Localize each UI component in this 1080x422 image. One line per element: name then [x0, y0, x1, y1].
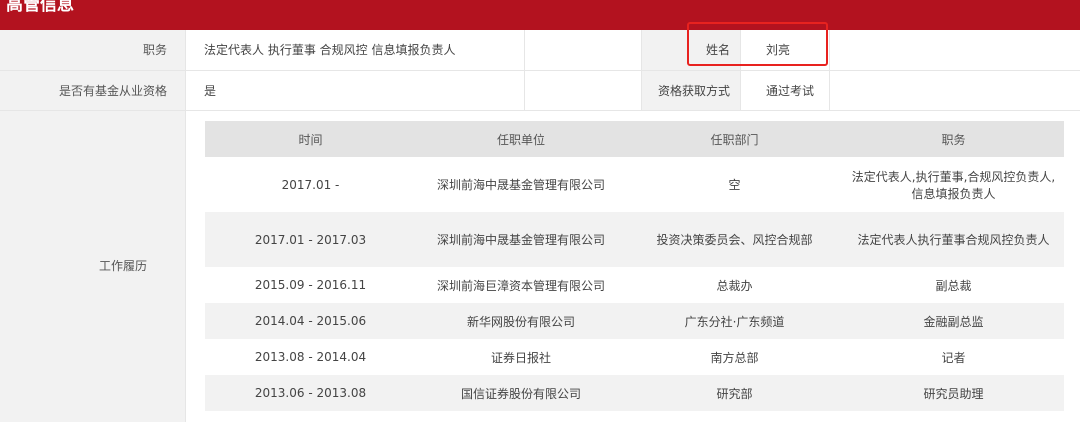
- table-cell: 金融副总监: [843, 303, 1064, 339]
- table-row: 2013.06 - 2013.08 国信证券股份有限公司 研究部 研究员助理: [205, 375, 1064, 411]
- position-row: 职务 法定代表人 执行董事 合规风控 信息填报负责人 姓名 刘亮: [0, 30, 1080, 71]
- table-cell: 2014.04 - 2015.06: [205, 303, 416, 339]
- divider: [524, 30, 525, 70]
- name-highlight-box: [687, 22, 828, 66]
- table-cell: 法定代表人执行董事合规风控负责人: [843, 212, 1064, 267]
- table-row: 2017.01 - 2017.03 深圳前海中晟基金管理有限公司 投资决策委员会…: [205, 212, 1064, 267]
- table-row: 2017.01 - 深圳前海中晟基金管理有限公司 空 法定代表人,执行董事,合规…: [205, 157, 1064, 212]
- table-cell: 新华网股份有限公司: [416, 303, 626, 339]
- table-cell: 总裁办: [626, 267, 843, 303]
- section-header: 高管信息: [0, 0, 1080, 30]
- table-cell: 空: [626, 157, 843, 212]
- table-header-row: 时间 任职单位 任职部门 职务: [205, 121, 1064, 157]
- qualification-value: 是: [204, 84, 217, 98]
- divider: [829, 30, 830, 70]
- table-row: 2014.04 - 2015.06 新华网股份有限公司 广东分社·广东频道 金融…: [205, 303, 1064, 339]
- method-label: 资格获取方式: [641, 71, 741, 110]
- column-header-title: 职务: [843, 121, 1064, 157]
- qualification-label: 是否有基金从业资格: [0, 71, 186, 110]
- table-cell: 2015.09 - 2016.11: [205, 267, 416, 303]
- table-row: 2013.08 - 2014.04 证券日报社 南方总部 记者: [205, 339, 1064, 375]
- table-cell: 法定代表人,执行董事,合规风控负责人,信息填报负责人: [843, 157, 1064, 212]
- method-value: 通过考试: [766, 84, 815, 98]
- table-row: 2015.09 - 2016.11 深圳前海巨漳资本管理有限公司 总裁办 副总裁: [205, 267, 1064, 303]
- table-cell: 2017.01 - 2017.03: [205, 212, 416, 267]
- qualification-row: 是否有基金从业资格 是 资格获取方式 通过考试: [0, 71, 1080, 111]
- table-cell: 记者: [843, 339, 1064, 375]
- table-cell: 深圳前海巨漳资本管理有限公司: [416, 267, 626, 303]
- table-cell: 投资决策委员会、风控合规部: [626, 212, 843, 267]
- column-header-department: 任职部门: [626, 121, 843, 157]
- table-cell: 深圳前海中晟基金管理有限公司: [416, 157, 626, 212]
- position-value: 法定代表人 执行董事 合规风控 信息填报负责人: [204, 43, 456, 57]
- table-cell: 国信证券股份有限公司: [416, 375, 626, 411]
- position-label: 职务: [0, 30, 186, 70]
- table-cell: 广东分社·广东频道: [626, 303, 843, 339]
- divider: [829, 71, 830, 110]
- column-header-time: 时间: [205, 121, 416, 157]
- table-cell: 副总裁: [843, 267, 1064, 303]
- work-history-label: 工作履历: [0, 111, 186, 422]
- table-cell: 2013.08 - 2014.04: [205, 339, 416, 375]
- column-header-company: 任职单位: [416, 121, 626, 157]
- divider: [524, 71, 525, 110]
- table-cell: 证券日报社: [416, 339, 626, 375]
- section-title: 高管信息: [6, 0, 74, 15]
- table-cell: 研究部: [626, 375, 843, 411]
- table-cell: 2013.06 - 2013.08: [205, 375, 416, 411]
- table-cell: 研究员助理: [843, 375, 1064, 411]
- table-cell: 南方总部: [626, 339, 843, 375]
- work-history-table: 时间 任职单位 任职部门 职务 2017.01 - 深圳前海中晟基金管理有限公司…: [205, 121, 1064, 411]
- table-cell: 2017.01 -: [205, 157, 416, 212]
- table-cell: 深圳前海中晟基金管理有限公司: [416, 212, 626, 267]
